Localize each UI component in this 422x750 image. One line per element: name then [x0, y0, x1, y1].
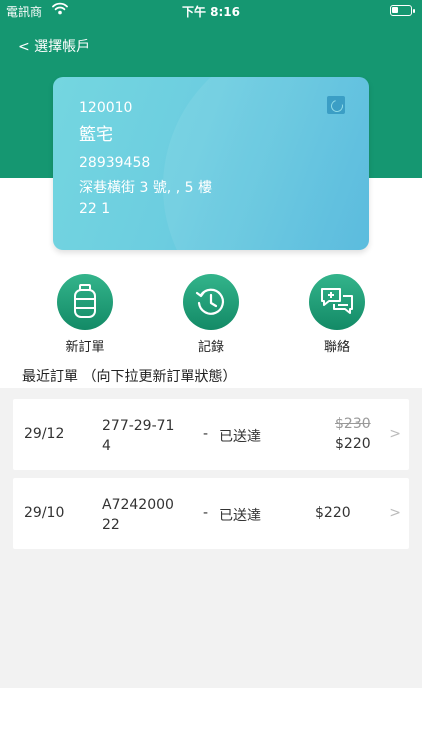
- history-label: 記錄: [197, 340, 224, 355]
- new-order-label: 新訂單: [65, 340, 105, 355]
- status-time: 下午 8:16: [181, 5, 241, 19]
- order-row[interactable]: 29/12 277-29-714 - 已送達 $230 $220 >: [13, 399, 409, 470]
- order-separator: -: [203, 505, 209, 521]
- order-price: $220: [335, 436, 371, 452]
- contact-label: 聯絡: [323, 340, 350, 355]
- order-status: 已送達: [219, 429, 261, 445]
- order-number: A724200022: [102, 497, 174, 533]
- account-card[interactable]: 120010 籃宅 28939458 深巷橫街 3 號, , 5 樓 22 1: [53, 77, 369, 250]
- gas-cylinder-icon: [57, 274, 113, 330]
- history-button[interactable]: 記錄: [166, 274, 256, 355]
- account-name: 籃宅: [79, 125, 113, 145]
- status-bar: 電訊商 下午 8:16: [0, 0, 422, 22]
- order-price: $220: [315, 505, 351, 521]
- order-original-price: $230: [335, 416, 371, 432]
- history-icon: [183, 274, 239, 330]
- chat-bubbles-icon: [309, 274, 365, 330]
- contact-button[interactable]: 聯絡: [292, 274, 382, 355]
- order-date: 29/10: [24, 505, 65, 521]
- order-row[interactable]: 29/10 A724200022 - 已送達 $220 >: [13, 478, 409, 549]
- account-phone: 28939458: [79, 155, 151, 171]
- account-address: 深巷橫街 3 號, , 5 樓: [79, 180, 212, 196]
- chevron-right-icon: >: [389, 426, 401, 442]
- brand-logo-icon: [327, 96, 345, 114]
- quick-actions: 新訂單 記錄 聯絡: [0, 262, 422, 362]
- battery-icon: [390, 5, 415, 16]
- back-to-accounts-link[interactable]: < 選擇帳戶: [18, 36, 90, 56]
- new-order-button[interactable]: 新訂單: [40, 274, 130, 355]
- order-number: 277-29-714: [102, 418, 175, 454]
- order-date: 29/12: [24, 426, 65, 442]
- order-separator: -: [203, 426, 209, 442]
- account-extra: 22 1: [79, 201, 111, 217]
- order-status: 已送達: [219, 508, 261, 524]
- recent-orders-title: 最近訂單 （向下拉更新訂單狀態）: [22, 369, 237, 385]
- account-code: 120010: [79, 100, 133, 116]
- chevron-right-icon: >: [389, 505, 401, 521]
